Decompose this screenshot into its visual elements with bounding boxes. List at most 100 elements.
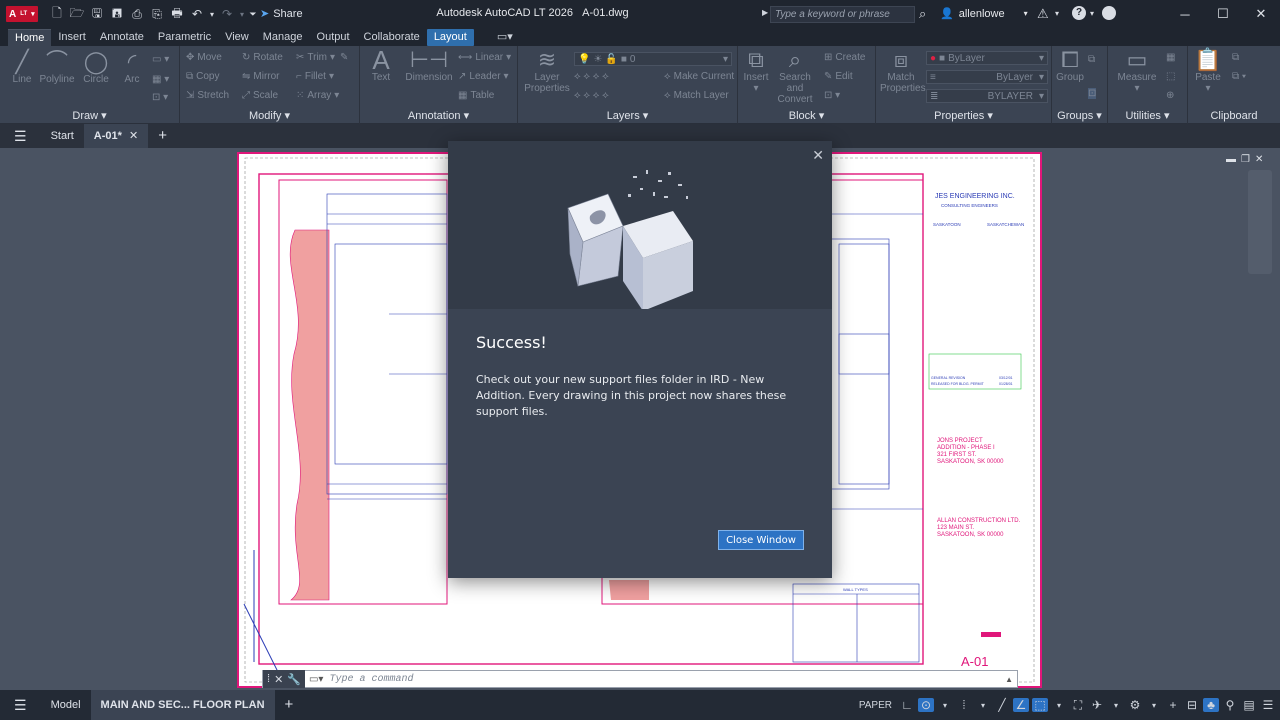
close-icon[interactable]: ✕ <box>1242 0 1280 28</box>
insert-button[interactable]: ⧉ Insert ▾ <box>740 48 772 95</box>
draw-panel-title[interactable]: Draw ▾ <box>0 109 179 122</box>
tab-layout-floor-plan[interactable]: MAIN AND SEC... FLOOR PLAN <box>90 690 275 720</box>
id-point-icon[interactable]: ⊕ <box>1166 90 1174 101</box>
group-select-icon[interactable]: ⊡ <box>1088 88 1097 99</box>
circle-button[interactable]: ◯ Circle <box>80 50 112 86</box>
gear-dropdown-icon[interactable]: ▾ <box>1146 701 1162 710</box>
search-expand-icon[interactable]: ▶ <box>762 8 768 17</box>
new-layout-icon[interactable]: + <box>275 690 304 720</box>
copy-clip-icon[interactable]: ⧉ ▾ <box>1232 71 1246 82</box>
close-command-line-icon[interactable]: ✕ <box>274 673 283 686</box>
tab-output[interactable]: Output <box>310 29 357 46</box>
text-button[interactable]: A Text <box>366 47 396 83</box>
transparency-icon[interactable]: ⬚ <box>1032 698 1048 712</box>
dialog-close-icon[interactable]: ✕ <box>812 147 824 164</box>
mirror-button[interactable]: ⇋ Mirror <box>242 71 280 82</box>
properties-panel-title[interactable]: Properties ▾ <box>876 109 1051 122</box>
boundary-icon[interactable]: ⊡ ▾ <box>152 92 168 103</box>
viewport-restore-icon[interactable]: ❐ <box>1241 154 1250 165</box>
layer-dropdown[interactable]: 💡 ☀ 🔓 ■ 0 ▾ <box>574 52 732 66</box>
navigation-bar[interactable] <box>1248 170 1272 274</box>
linetype-dropdown[interactable]: ≡ ByLayer ▾ <box>926 70 1048 84</box>
new-tab-icon[interactable]: + <box>148 124 177 148</box>
dimension-button[interactable]: ⊢⊣ Dimension <box>402 48 456 84</box>
help-icon[interactable]: ? <box>1072 6 1086 20</box>
move-button[interactable]: ✥ Move <box>186 52 222 63</box>
tab-parametric[interactable]: Parametric <box>151 29 218 46</box>
make-current-button[interactable]: ⟡ Make Current <box>664 71 734 82</box>
match-layer-button[interactable]: ⟡ Match Layer <box>664 90 729 101</box>
select-all-icon[interactable]: ⬚ <box>1166 71 1175 82</box>
help-dropdown-icon[interactable]: ▾ <box>1090 9 1094 18</box>
customize-wrench-icon[interactable]: 🔧 <box>287 673 301 686</box>
osnap-dropdown-icon[interactable]: ▾ <box>975 701 991 710</box>
workspace-dropdown-icon[interactable]: ▾ <box>1108 701 1124 710</box>
annotation-panel-title[interactable]: Annotation ▾ <box>360 109 517 122</box>
layer-tools-row2[interactable]: ⟡ ⟡ ⟡ ⟡ <box>574 90 609 101</box>
hatch-icon[interactable]: ▦ ▾ <box>152 74 169 85</box>
grip-icon[interactable]: ⁞ <box>267 673 270 685</box>
groups-panel-title[interactable]: Groups ▾ <box>1052 109 1107 122</box>
user-menu[interactable]: 👤 allenlowe ▾ <box>940 7 1028 21</box>
layer-tools-row1[interactable]: ⟡ ⟡ ⟡ ⟡ <box>574 71 609 82</box>
close-window-button[interactable]: Close Window <box>718 530 804 550</box>
table-button[interactable]: ▦ Table <box>458 90 494 101</box>
polyline-button[interactable]: ⌒ Polyline <box>38 50 76 86</box>
modify-panel-title[interactable]: Modify ▾ <box>180 109 359 122</box>
cut-icon[interactable]: ⧉ <box>1232 52 1239 63</box>
scale-button[interactable]: ⤢ Scale <box>242 90 278 101</box>
tab-insert[interactable]: Insert <box>51 29 93 46</box>
search-and-convert-button[interactable]: ⌕ Search and Convert <box>772 48 818 106</box>
tab-model[interactable]: Model <box>41 690 91 720</box>
measure-button[interactable]: ▭ Measure ▾ <box>1114 48 1160 95</box>
lineweight-dropdown[interactable]: ≣ BYLAYER ▾ <box>926 89 1048 103</box>
paper-space-toggle[interactable]: PAPER <box>859 700 892 711</box>
isolate-icon[interactable]: ⊟ <box>1184 698 1200 712</box>
erase-icon[interactable]: ✎ <box>340 52 348 63</box>
maximize-icon[interactable]: ☐ <box>1204 0 1242 28</box>
ungroup-icon[interactable]: ⧉ <box>1088 54 1095 65</box>
match-properties-button[interactable]: ⧈ Match Properties <box>880 48 926 95</box>
viewport-close-icon[interactable]: ✕ <box>1255 154 1263 165</box>
tab-layout[interactable]: Layout <box>426 28 474 46</box>
annotation-visibility-icon[interactable]: ✈ <box>1089 698 1105 712</box>
command-input[interactable]: Type a command <box>323 674 413 685</box>
search-icon[interactable]: ⌕ <box>919 6 926 22</box>
tab-home[interactable]: Home <box>8 28 52 46</box>
create-block-button[interactable]: ⊞ Create <box>824 52 865 63</box>
group-button[interactable]: ⧠ Group <box>1054 48 1086 84</box>
gear-icon[interactable]: ⚙ <box>1127 698 1143 712</box>
leader-button[interactable]: ↗ Leader ▾ <box>458 71 509 82</box>
edit-block-button[interactable]: ✎ Edit <box>824 71 853 82</box>
clipboard-panel-title[interactable]: Clipboard <box>1188 110 1280 122</box>
block-panel-title[interactable]: Block ▾ <box>738 109 875 122</box>
rectangle-icon[interactable]: ▭ ▾ <box>152 54 169 65</box>
object-snap-icon[interactable]: ⦙ <box>956 698 972 713</box>
lineweight-toggle-icon[interactable]: ╱ <box>994 698 1010 712</box>
tab-manage[interactable]: Manage <box>256 29 310 46</box>
tab-collaborate[interactable]: Collaborate <box>357 29 427 46</box>
clean-screen-icon[interactable]: ⚲ <box>1222 698 1238 712</box>
copy-button[interactable]: ⧉ Copy <box>186 71 220 82</box>
ortho-icon[interactable]: ⊙ <box>918 698 934 712</box>
utilities-panel-title[interactable]: Utilities ▾ <box>1108 109 1187 122</box>
feedback-icon[interactable] <box>1102 6 1116 20</box>
stretch-button[interactable]: ⇲ Stretch <box>186 90 229 101</box>
tab-annotate[interactable]: Annotate <box>93 29 151 46</box>
grid-snap-icon[interactable]: ∟ <box>899 698 915 712</box>
hardware-acceleration-icon[interactable]: ♣ <box>1203 698 1219 712</box>
app-dropdown-icon[interactable]: ▾ <box>1055 9 1059 18</box>
polar-dropdown-icon[interactable]: ▾ <box>937 701 953 710</box>
layout-menu-icon[interactable]: ☰ <box>0 690 41 720</box>
linear-button[interactable]: ⟷ Linear ▾ <box>458 52 511 63</box>
annotation-scale-icon[interactable]: ⛶ <box>1070 698 1086 713</box>
properties-palette-icon[interactable]: ▤ <box>1241 698 1257 712</box>
tab-start[interactable]: Start <box>41 124 84 148</box>
color-dropdown[interactable]: ● ■ ByLayer ▾ <box>926 51 1048 65</box>
tab-a01[interactable]: A-01* ✕ <box>83 124 149 148</box>
viewport-minimize-icon[interactable]: ▬ <box>1226 154 1236 165</box>
selection-cycling-icon[interactable]: ∠ <box>1013 698 1029 712</box>
recent-commands-icon[interactable]: ▭▾ <box>305 674 323 685</box>
line-button[interactable]: ╱ Line <box>8 50 36 86</box>
arc-button[interactable]: ◜ Arc <box>118 50 146 86</box>
